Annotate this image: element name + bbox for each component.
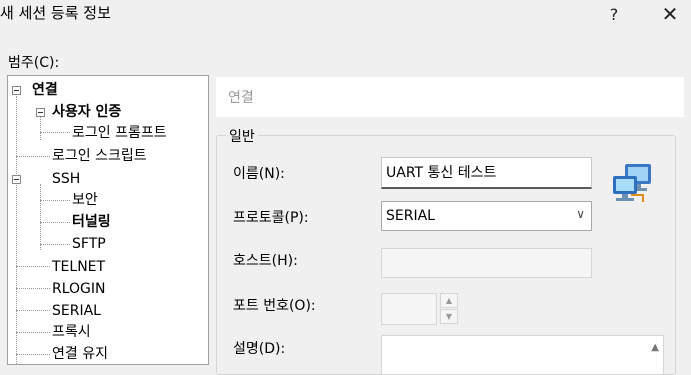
panel-header-title: 연결 bbox=[228, 90, 254, 106]
protocol-select-value: SERIAL bbox=[386, 208, 435, 224]
tree-item-keep-alive[interactable]: 연결 유지 bbox=[52, 344, 108, 364]
close-button[interactable]: ✕ bbox=[650, 0, 690, 28]
arrow-down-icon: ▼ bbox=[445, 312, 453, 321]
collapse-icon[interactable] bbox=[36, 108, 45, 117]
tree-item-rlogin[interactable]: RLOGIN bbox=[52, 279, 106, 299]
help-button[interactable]: ? bbox=[594, 0, 634, 28]
arrow-up-icon: ▲ bbox=[445, 296, 453, 305]
name-input[interactable]: UART 통신 테스트 bbox=[381, 157, 592, 189]
tree-item-login-prompt[interactable]: 로그인 프롬프트 bbox=[72, 123, 167, 143]
name-label: 이름(N): bbox=[233, 166, 285, 182]
tree-item-serial[interactable]: SERIAL bbox=[52, 301, 101, 321]
port-label: 포트 번호(O): bbox=[233, 298, 316, 314]
tree-item-login-script[interactable]: 로그인 스크립트 bbox=[52, 146, 147, 166]
scroll-up-icon[interactable]: ▲ bbox=[651, 342, 659, 353]
tree-item-security[interactable]: 보안 bbox=[72, 190, 98, 210]
port-input[interactable] bbox=[381, 293, 437, 325]
window-title: 새 세션 등록 정보 bbox=[0, 4, 111, 22]
tree-item-tunneling[interactable]: 터널링 bbox=[72, 212, 111, 232]
tree-item-telnet[interactable]: TELNET bbox=[52, 257, 105, 277]
collapse-icon[interactable] bbox=[12, 175, 21, 184]
panel-header: 연결 bbox=[216, 77, 684, 117]
network-computers-icon bbox=[613, 164, 651, 202]
close-icon: ✕ bbox=[661, 2, 679, 26]
collapse-icon[interactable] bbox=[12, 86, 21, 95]
host-label: 호스트(H): bbox=[233, 253, 298, 269]
category-label: 범주(C): bbox=[8, 55, 60, 71]
help-icon: ? bbox=[609, 4, 619, 24]
tree-item-sftp[interactable]: SFTP bbox=[72, 234, 106, 254]
protocol-select[interactable]: SERIAL ∨ bbox=[381, 201, 592, 231]
general-group-title: 일반 bbox=[226, 126, 258, 146]
title-bar: 새 세션 등록 정보 ? ✕ bbox=[0, 0, 691, 30]
tree-item-ssh[interactable]: SSH bbox=[52, 169, 80, 189]
description-textarea[interactable]: ▲ bbox=[381, 335, 664, 375]
protocol-label: 프로토콜(P): bbox=[233, 210, 309, 226]
tree-item-connection[interactable]: 연결 bbox=[32, 80, 58, 100]
description-label: 설명(D): bbox=[233, 341, 286, 357]
tree-item-proxy[interactable]: 프록시 bbox=[52, 322, 91, 342]
name-input-value: UART 통신 테스트 bbox=[386, 165, 497, 181]
host-input[interactable] bbox=[381, 248, 592, 278]
port-spin-down-button[interactable]: ▼ bbox=[440, 309, 458, 324]
category-tree[interactable]: 연결 사용자 인증 로그인 프롬프트 로그인 스크립트 SSH 보안 터널링 S… bbox=[7, 75, 209, 365]
chevron-down-icon: ∨ bbox=[576, 207, 585, 221]
tree-item-user-auth[interactable]: 사용자 인증 bbox=[52, 102, 121, 122]
port-spin-up-button[interactable]: ▲ bbox=[440, 293, 458, 308]
